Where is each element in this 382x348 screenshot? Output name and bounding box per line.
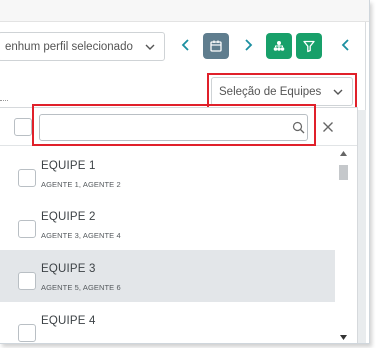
- prev-date-button[interactable]: [180, 38, 192, 52]
- list-scrollbar[interactable]: [336, 147, 351, 343]
- team-hierarchy-button[interactable]: [266, 33, 292, 59]
- team-option-2[interactable]: EQUIPE 2 AGENTE 3, AGENTE 4: [0, 198, 335, 250]
- close-icon[interactable]: [322, 121, 334, 133]
- team-option-agents: AGENTE 1, AGENTE 2: [41, 180, 121, 189]
- filter-button[interactable]: [296, 33, 322, 59]
- calendar-button[interactable]: [203, 33, 229, 59]
- select-all-checkbox[interactable]: [14, 118, 32, 136]
- chevron-down-icon: [145, 44, 155, 50]
- filter-icon: [303, 40, 315, 53]
- team-option-name: EQUIPE 4: [41, 315, 96, 327]
- team-option-name: EQUIPE 3: [41, 263, 96, 275]
- team-option-name: EQUIPE 2: [41, 211, 96, 223]
- team-option-name: EQUIPE 1: [41, 160, 96, 172]
- team-option-agents: AGENTE 5, AGENTE 6: [41, 283, 121, 292]
- team-option-3[interactable]: EQUIPE 3 AGENTE 5, AGENTE 6: [0, 250, 335, 302]
- background-panel: [358, 110, 366, 343]
- next-date-button[interactable]: [242, 38, 254, 52]
- profile-select-value: enhum perfil selecionado: [5, 40, 133, 53]
- sitemap-icon: [273, 41, 285, 51]
- scroll-up-arrow-icon[interactable]: [340, 151, 347, 156]
- app-window: enhum perfil selecionado Seleção de Equi…: [0, 0, 370, 344]
- team-list: EQUIPE 1 AGENTE 1, AGENTE 2 EQUIPE 2 AGE…: [0, 147, 335, 343]
- team-option-4[interactable]: EQUIPE 4: [0, 302, 335, 343]
- calendar-icon: [210, 40, 222, 52]
- profile-select[interactable]: enhum perfil selecionado: [0, 32, 165, 61]
- team-option-checkbox[interactable]: [18, 220, 36, 238]
- collapse-panel-button[interactable]: [340, 38, 352, 52]
- team-option-checkbox[interactable]: [18, 169, 36, 187]
- team-option-checkbox[interactable]: [18, 324, 36, 342]
- team-option-checkbox[interactable]: [18, 272, 36, 290]
- team-option-agents: AGENTE 3, AGENTE 4: [41, 231, 121, 240]
- table-edge: [0, 100, 8, 106]
- scroll-thumb[interactable]: [339, 165, 348, 180]
- top-band: [0, 0, 369, 22]
- scroll-down-arrow-icon[interactable]: [340, 335, 347, 340]
- highlight-search-input: [32, 104, 316, 146]
- team-option-1[interactable]: EQUIPE 1 AGENTE 1, AGENTE 2: [0, 147, 335, 199]
